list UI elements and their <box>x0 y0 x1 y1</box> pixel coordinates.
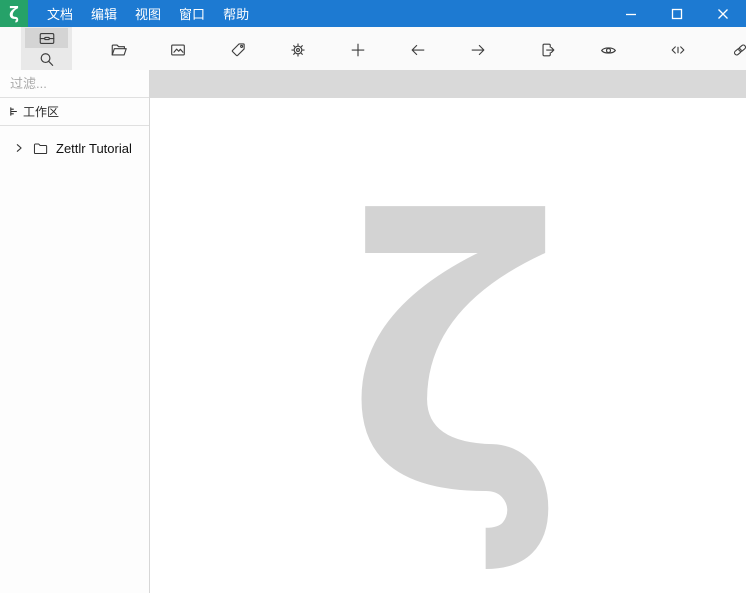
file-manager-toggle-button[interactable] <box>25 28 68 48</box>
file-manager-toggle-icon <box>38 31 56 46</box>
global-search-button[interactable] <box>25 49 68 69</box>
workspace-tree: Zettlr Tutorial <box>0 126 149 161</box>
tree-item-label: Zettlr Tutorial <box>56 141 132 156</box>
preferences-button[interactable] <box>284 36 312 64</box>
document-tabbar <box>150 70 746 98</box>
filter-row <box>0 70 149 98</box>
menu-view[interactable]: 视图 <box>126 0 170 27</box>
menubar: 文档 编辑 视图 窗口 帮助 <box>38 0 258 27</box>
zettlr-watermark: ζ <box>345 197 567 527</box>
insert-image-icon <box>169 41 187 59</box>
open-folder-icon <box>110 41 128 59</box>
insert-code-button[interactable] <box>664 36 692 64</box>
export-icon <box>539 41 557 59</box>
export-button[interactable] <box>534 36 562 64</box>
back-arrow-icon <box>409 41 427 59</box>
link-icon <box>731 41 746 59</box>
menu-document[interactable]: 文档 <box>38 0 82 27</box>
menu-window[interactable]: 窗口 <box>170 0 214 27</box>
new-file-plus-icon <box>349 41 367 59</box>
insert-image-button[interactable] <box>164 36 192 64</box>
toolbar-left-panel <box>21 27 72 70</box>
navigate-back-button[interactable] <box>404 36 432 64</box>
toolbar <box>0 27 746 70</box>
logo-zeta-glyph: ζ <box>9 4 19 24</box>
maximize-icon <box>671 8 683 20</box>
readability-eye-icon <box>599 41 618 60</box>
open-workspace-button[interactable] <box>105 36 133 64</box>
close-icon <box>717 8 729 20</box>
chevron-right-icon[interactable] <box>14 143 24 153</box>
titlebar: ζ 文档 编辑 视图 窗口 帮助 <box>0 0 746 27</box>
app-logo: ζ <box>0 0 28 27</box>
minimize-button[interactable] <box>608 0 654 27</box>
menu-edit[interactable]: 编辑 <box>82 0 126 27</box>
navigate-forward-button[interactable] <box>464 36 492 64</box>
workspace-tree-icon <box>8 105 21 118</box>
new-file-button[interactable] <box>344 36 372 64</box>
readability-button[interactable] <box>594 36 622 64</box>
workspaces-section-header: 工作区 <box>0 98 149 126</box>
minimize-icon <box>625 8 637 20</box>
file-manager-sidebar: 工作区 Zettlr Tutorial <box>0 70 150 593</box>
menu-help[interactable]: 帮助 <box>214 0 258 27</box>
tag-icon <box>229 41 247 59</box>
window-controls <box>608 0 746 27</box>
forward-arrow-icon <box>469 41 487 59</box>
folder-icon <box>33 142 48 155</box>
editor-empty-area: ζ <box>150 98 746 593</box>
filter-input[interactable] <box>0 76 149 91</box>
workspaces-section-label: 工作区 <box>23 103 59 120</box>
close-button[interactable] <box>700 0 746 27</box>
code-icon <box>669 41 687 59</box>
search-icon <box>38 51 55 68</box>
tag-cloud-button[interactable] <box>224 36 252 64</box>
settings-gear-icon <box>289 41 307 59</box>
insert-link-button[interactable] <box>726 36 746 64</box>
zettlr-window: ζ 文档 编辑 视图 窗口 帮助 <box>0 0 746 593</box>
tree-item-zettlr-tutorial[interactable]: Zettlr Tutorial <box>0 135 149 161</box>
maximize-button[interactable] <box>654 0 700 27</box>
